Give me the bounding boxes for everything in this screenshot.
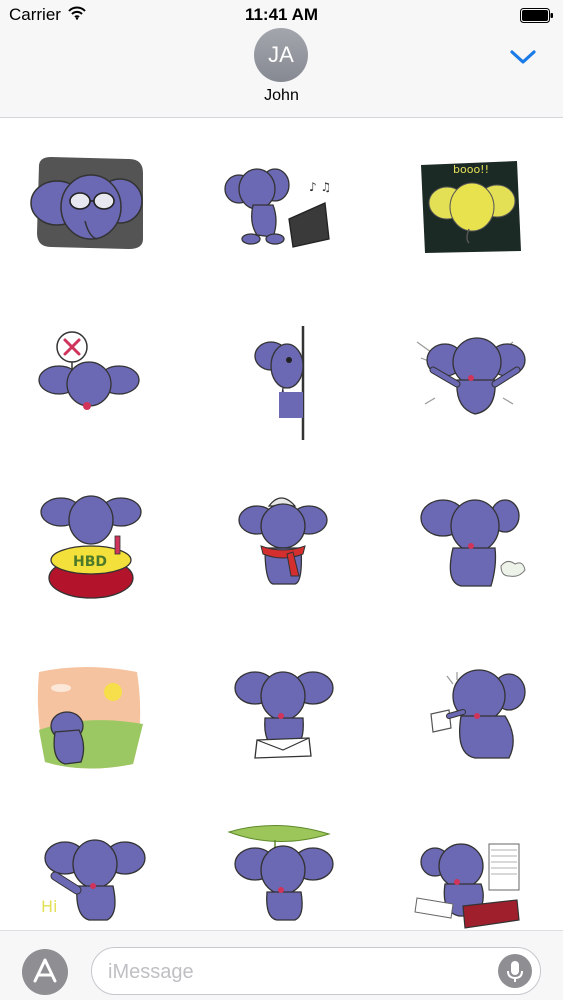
contact-avatar[interactable]: JA (254, 28, 308, 82)
contact-name[interactable]: John (0, 87, 563, 105)
sticker-grid: ♪ ♫ booo!! HBD Hi (0, 118, 563, 930)
conversation-header: Carrier 11:41 AM JA John (0, 0, 563, 118)
elephant-tissue-sticker[interactable] (405, 654, 535, 784)
elephant-peek-wall-sticker[interactable] (217, 318, 347, 448)
battery-icon (520, 8, 554, 23)
message-composer-bar (0, 930, 563, 1000)
elephant-sunset-sticker[interactable] (25, 654, 155, 784)
elephant-glasses-sticker[interactable] (25, 143, 155, 273)
sticker-caption-booo: booo!! (453, 163, 489, 176)
status-bar: Carrier 11:41 AM (0, 0, 563, 30)
elephant-scarf-sticker[interactable] (217, 486, 347, 616)
elephant-sneeze-sticker[interactable] (405, 486, 535, 616)
elephant-cheer-sticker[interactable] (405, 318, 535, 448)
sticker-caption-hbd: HBD (73, 554, 107, 570)
elephant-hbd-cake-sticker[interactable]: HBD (25, 486, 155, 616)
message-input-container (91, 947, 541, 995)
app-store-icon[interactable] (22, 949, 68, 995)
elephant-letter-sticker[interactable] (217, 654, 347, 784)
elephant-piano-sticker[interactable]: ♪ ♫ (217, 143, 347, 273)
elephant-no-sign-sticker[interactable] (25, 318, 155, 448)
microphone-icon[interactable] (498, 954, 532, 988)
chevron-down-icon[interactable] (508, 45, 538, 67)
svg-text:♪ ♫: ♪ ♫ (309, 180, 331, 194)
message-input[interactable] (108, 958, 488, 986)
sticker-caption-hi: Hi (41, 897, 57, 916)
elephant-booo-sticker[interactable]: booo!! (405, 143, 535, 273)
clock: 11:41 AM (244, 5, 319, 24)
